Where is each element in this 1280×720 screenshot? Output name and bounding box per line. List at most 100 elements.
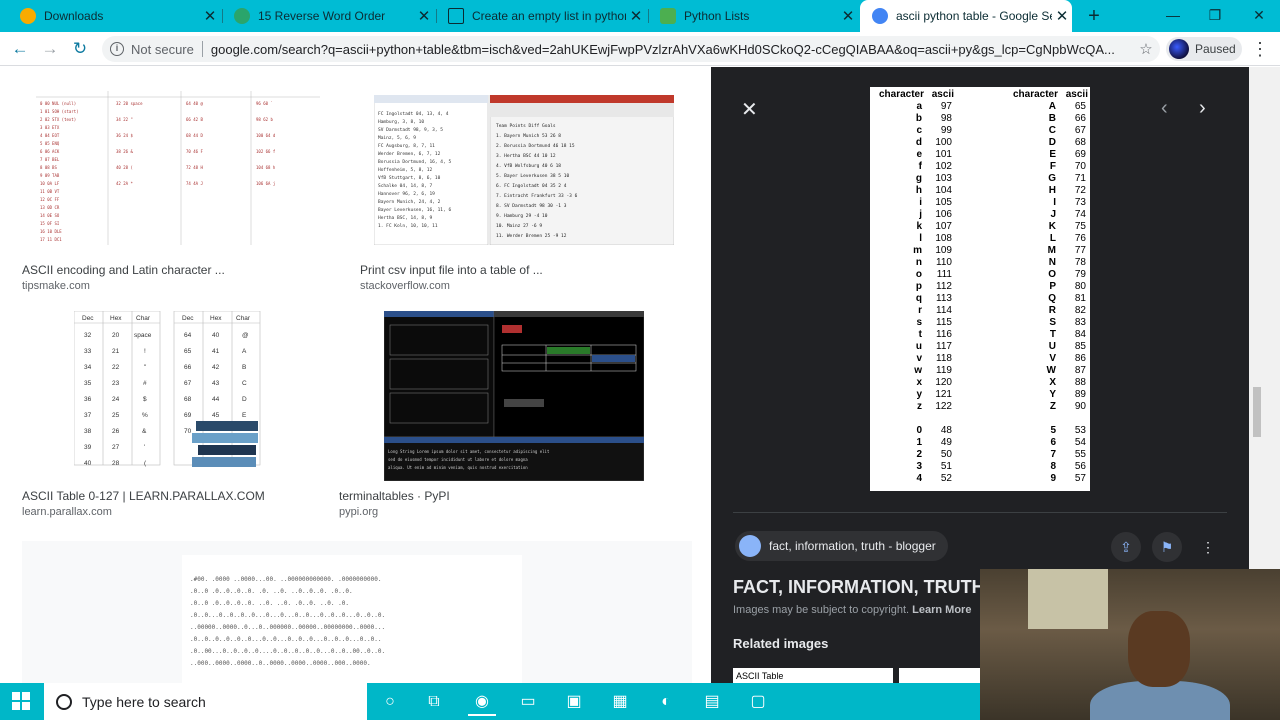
pycharm-icon[interactable]: ▤	[698, 688, 726, 716]
tab-python-lists[interactable]: Python Lists ✕	[648, 0, 858, 32]
window-close-icon[interactable]: ✕	[1248, 4, 1270, 26]
tab-reverse-word-order[interactable]: 15 Reverse Word Order ✕	[222, 0, 434, 32]
minimize-icon[interactable]: —	[1162, 4, 1184, 26]
result-title[interactable]: ASCII Table 0-127 | LEARN.PARALLAX.COM	[22, 489, 265, 503]
svg-text:11 0B VT: 11 0B VT	[40, 189, 60, 194]
photos-app-icon[interactable]: ▦	[606, 688, 634, 716]
result-card[interactable]: 0 00 NUL (null) 1 01 SOH (start) 2 02 STX …	[22, 87, 340, 297]
source-link[interactable]: fact, information, truth - blogger	[735, 531, 948, 561]
windows-start-icon[interactable]	[12, 692, 30, 710]
svg-text:VfB Stuttgart, 8, 6, 10: VfB Stuttgart, 8, 6, 10	[378, 175, 441, 181]
svg-text:Team Points Diff: Team Points Diff Goals	[496, 123, 556, 129]
task-view-icon[interactable]: ⧉	[420, 688, 448, 716]
tab-close-icon[interactable]: ✕	[838, 7, 858, 25]
result-title[interactable]: terminaltables · PyPI	[339, 489, 450, 503]
scrollbar-thumb[interactable]	[1253, 387, 1261, 437]
tab-downloads[interactable]: Downloads ✕	[8, 0, 220, 32]
share-icon[interactable]: ⇪	[1111, 532, 1141, 562]
reload-icon[interactable]: ↻	[68, 37, 92, 61]
svg-text:22: 22	[112, 364, 120, 371]
code-cell: 100	[935, 137, 952, 148]
more-menu-icon[interactable]: ⋮	[1250, 37, 1270, 61]
char-cell: N	[1048, 257, 1056, 268]
svg-text:20: 20	[112, 332, 120, 339]
bookmark-icon[interactable]: ⚑	[1152, 532, 1182, 562]
result-card[interactable]: FC Ingolstadt 04, 13, 4, 4 Hamburg, 3, 8,…	[360, 87, 692, 297]
svg-text:106 6A j: 106 6A j	[256, 181, 275, 186]
table-row: d 100	[870, 137, 954, 149]
table-row: Q 81	[1004, 293, 1088, 305]
tab-close-icon[interactable]: ✕	[626, 7, 646, 25]
svg-text:15 0F SI: 15 0F SI	[40, 221, 60, 226]
result-source[interactable]: stackoverflow.com	[360, 280, 450, 292]
result-card[interactable]: .#00. .0000 ..0000...00. ..000000000000.…	[22, 541, 692, 683]
uppercase-column: character ascii A 65 B 66 C 67 D 68 E 69 F 70 G 71 H 72…	[1004, 89, 1088, 485]
svg-text:43: 43	[212, 380, 220, 387]
table-row: Y 89	[1004, 389, 1088, 401]
table-row: J 74	[1004, 209, 1088, 221]
related-thumbnail[interactable]	[899, 668, 981, 683]
svg-text:E: E	[242, 412, 247, 419]
char-cell: G	[1048, 173, 1056, 184]
result-card[interactable]: Dec Hex Char Dec Hex Char 32 20 space 33 21! 34…	[22, 311, 322, 521]
result-source[interactable]: learn.parallax.com	[22, 506, 112, 518]
chrome-icon[interactable]: ◉	[468, 688, 496, 716]
star-icon[interactable]: ☆	[1132, 40, 1160, 58]
tab-title: ascii python table - Google Se	[896, 9, 1052, 23]
image-results: 0 00 NUL (null) 1 01 SOH (start) 2 02 STX …	[0, 67, 711, 683]
more-options-icon[interactable]: ⋮	[1193, 532, 1223, 562]
result-thumbnail[interactable]: Long String Lorem ipsum dolor sit amet, …	[384, 311, 644, 481]
previous-image-icon[interactable]: ‹	[1161, 97, 1168, 120]
svg-text:23: 23	[112, 380, 120, 387]
svg-text:9 09 TAB: 9 09 TAB	[40, 173, 60, 178]
notepad-icon[interactable]: ▢	[744, 688, 772, 716]
preview-image[interactable]: character ascii a 97 b 98 c 99 d 100 e 101 f 102 g 10…	[870, 87, 1090, 491]
result-title[interactable]: ASCII encoding and Latin character ...	[22, 263, 225, 277]
result-source[interactable]: tipsmake.com	[22, 280, 90, 292]
code-cell: 71	[1074, 173, 1086, 184]
result-thumbnail[interactable]: FC Ingolstadt 04, 13, 4, 4 Hamburg, 3, 8,…	[374, 95, 674, 245]
svg-text:42 2A *: 42 2A *	[116, 181, 133, 186]
tab-ascii-python-table[interactable]: ascii python table - Google Se ✕	[860, 0, 1072, 32]
edge-icon[interactable]: ◐	[652, 688, 680, 716]
info-icon[interactable]: i	[110, 42, 124, 56]
svg-text:32: 32	[84, 332, 92, 339]
result-thumbnail[interactable]: 0 00 NUL (null) 1 01 SOH (start) 2 02 STX …	[36, 91, 320, 245]
preview-title[interactable]: FACT, INFORMATION, TRUTH:	[733, 577, 991, 598]
close-icon[interactable]: ✕	[741, 97, 758, 122]
address-bar[interactable]: i Not secure google.com/search?q=ascii+p…	[102, 36, 1160, 62]
uppercase-rows: A 65 B 66 C 67 D 68 E 69 F 70 G 71 H 72 I 73 J 74 K 75 L 76 M 77 N…	[1004, 101, 1088, 413]
svg-text:42: 42	[212, 364, 220, 371]
svg-text:8. SV Darmstadt 98 30 -1: 8. SV Darmstadt 98 30 -1 3	[496, 203, 567, 209]
file-explorer-icon[interactable]: ▭	[514, 688, 542, 716]
taskbar-search-box[interactable]: Type here to search	[44, 683, 367, 720]
cortana-icon[interactable]: ○	[376, 688, 404, 716]
tab-close-icon[interactable]: ✕	[200, 7, 220, 25]
char-cell: q	[915, 293, 922, 304]
result-thumbnail[interactable]: Dec Hex Char Dec Hex Char 32 20 space 33 21! 34…	[74, 311, 264, 481]
next-image-icon[interactable]: ›	[1199, 97, 1206, 120]
svg-text:space: space	[134, 332, 152, 339]
svg-text:Mainz, 5, 6, 9: Mainz, 5, 6, 9	[378, 135, 416, 141]
result-card[interactable]: Long String Lorem ipsum dolor sit amet, …	[338, 311, 658, 521]
svg-text:40: 40	[84, 460, 92, 467]
related-thumbnail[interactable]: ASCII Table	[733, 668, 893, 683]
office-app-icon[interactable]: ▣	[560, 688, 588, 716]
result-source[interactable]: pypi.org	[339, 506, 378, 518]
table-row: y 121	[870, 389, 954, 401]
back-arrow-icon[interactable]: ←	[8, 37, 32, 61]
result-title[interactable]: Print csv input file into a table of ...	[360, 263, 543, 277]
forward-arrow-icon[interactable]: →	[38, 37, 62, 61]
learn-more-link[interactable]: Learn More	[912, 604, 971, 616]
new-tab-button[interactable]: +	[1082, 4, 1106, 28]
tab-empty-list[interactable]: Create an empty list in python ✕	[436, 0, 646, 32]
profile-button[interactable]: Paused	[1166, 37, 1242, 61]
tab-close-icon[interactable]: ✕	[1052, 7, 1072, 25]
url-text[interactable]: google.com/search?q=ascii+python+table&t…	[211, 42, 1132, 57]
svg-text:..00000..0000..0...0..000000..: ..00000..0000..0...0..000000..00000..000…	[190, 624, 385, 631]
result-thumbnail[interactable]: .#00. .0000 ..0000...00. ..000000000000.…	[22, 541, 692, 683]
tab-close-icon[interactable]: ✕	[414, 7, 434, 25]
maximize-icon[interactable]: ❐	[1204, 4, 1226, 26]
table-row: G 71	[1004, 173, 1088, 185]
char-cell: a	[916, 101, 922, 112]
